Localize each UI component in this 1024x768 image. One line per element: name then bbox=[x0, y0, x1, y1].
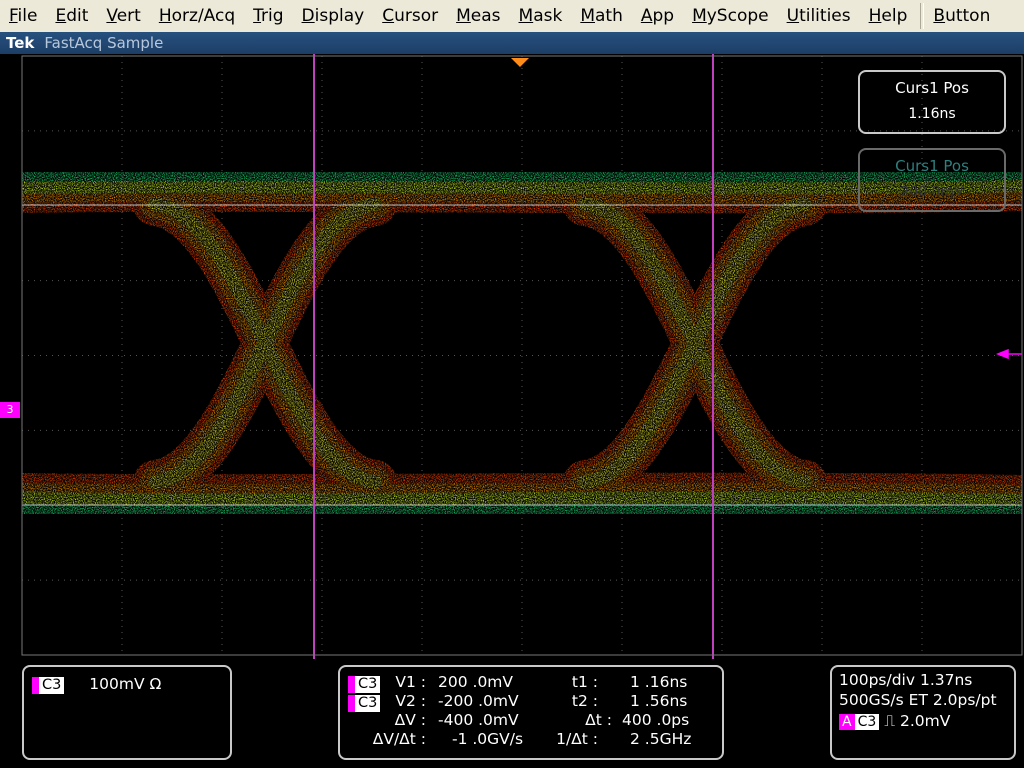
menu-bar: File Edit Vert Horz/Acq Trig Display Cursor Mea… bbox=[0, 0, 1024, 33]
v1-label: V1 : bbox=[395, 673, 426, 691]
menu-button[interactable]: Button bbox=[924, 0, 999, 32]
frequency-value: 2 .5GHz bbox=[630, 730, 692, 748]
timebase-readout-panel[interactable]: 100ps/div 1.37ns 500GS/s ET 2.0ps/pt A C3… bbox=[830, 665, 1016, 760]
channel-offset-arrow-icon bbox=[995, 348, 1022, 360]
menu-vert[interactable]: Vert bbox=[97, 0, 149, 32]
delta-v-label: ΔV : bbox=[394, 711, 426, 729]
brand-label: Tek bbox=[6, 34, 35, 52]
trigger-position-icon[interactable] bbox=[511, 58, 529, 67]
delta-t-label: Δt : bbox=[585, 711, 612, 729]
trigger-level-readout: ⎍ 2.0mV bbox=[884, 712, 951, 730]
cursor2-readout-title: Curs1 Pos bbox=[895, 157, 969, 175]
delta-v-value: -400 .0mV bbox=[438, 711, 519, 729]
channel-3-badge[interactable]: C3 bbox=[32, 677, 65, 694]
menu-math[interactable]: Math bbox=[571, 0, 632, 32]
slew-rate-value: -1 .0GV/s bbox=[452, 730, 524, 748]
t1-label: t1 : bbox=[571, 673, 598, 691]
v2-value: -200 .0mV bbox=[438, 692, 519, 710]
menu-trig[interactable]: Trig bbox=[244, 0, 292, 32]
trigger-channel-badge: C3 bbox=[854, 714, 880, 730]
eye-diagram bbox=[0, 54, 1024, 659]
v2-label: V2 : bbox=[395, 692, 426, 710]
cursor2-position-readout[interactable]: Curs1 Pos 200.0mV bbox=[858, 148, 1006, 212]
slew-rate-label: ΔV/Δt : bbox=[372, 730, 426, 748]
menu-help[interactable]: Help bbox=[860, 0, 917, 32]
channel-scale: 100mV Ω bbox=[89, 675, 162, 693]
cursor1-position-readout[interactable]: Curs1 Pos 1.16ns bbox=[858, 70, 1006, 134]
t2-label: t2 : bbox=[571, 692, 598, 710]
menu-meas[interactable]: Meas bbox=[447, 0, 509, 32]
cursor1-readout-value: 1.16ns bbox=[908, 106, 956, 122]
signal-trace bbox=[0, 133, 1024, 553]
menu-cursor[interactable]: Cursor bbox=[373, 0, 447, 32]
cursor-readout-panel[interactable]: C3 C3 V1 : 200 .0mV V2 : -200 .0mV ΔV : … bbox=[338, 665, 724, 760]
horizontal-scale-readout: 100ps/div 1.37ns bbox=[839, 671, 973, 689]
sample-rate-readout: 500GS/s ET 2.0ps/pt bbox=[839, 691, 997, 709]
v1-channel-badge: C3 bbox=[348, 676, 381, 693]
menu-display[interactable]: Display bbox=[293, 0, 374, 32]
frequency-label: 1/Δt : bbox=[556, 730, 598, 748]
menu-mask[interactable]: Mask bbox=[510, 0, 572, 32]
menu-myscope[interactable]: MyScope bbox=[683, 0, 778, 32]
menu-file[interactable]: File bbox=[0, 0, 46, 32]
t1-value: 1 .16ns bbox=[630, 673, 688, 691]
acquisition-mode-label: FastAcq Sample bbox=[44, 34, 164, 52]
cursor1-readout-title: Curs1 Pos bbox=[895, 79, 969, 97]
signal-band-core bbox=[14, 503, 1024, 522]
delta-t-value: 400 .0ps bbox=[622, 711, 690, 729]
trigger-source-badge: A bbox=[839, 714, 855, 730]
waveform-display[interactable]: 3 Curs1 Pos 1.16ns Curs1 Pos 200.0mV bbox=[0, 54, 1024, 659]
menu-edit[interactable]: Edit bbox=[46, 0, 97, 32]
t2-value: 1 .56ns bbox=[630, 692, 688, 710]
menu-utilities[interactable]: Utilities bbox=[778, 0, 860, 32]
v1-value: 200 .0mV bbox=[438, 673, 514, 691]
channel-readout-panel[interactable]: C3 100mV Ω bbox=[22, 665, 232, 760]
menu-horz-acq[interactable]: Horz/Acq bbox=[150, 0, 244, 32]
channel-3-level-marker[interactable]: 3 bbox=[0, 402, 20, 418]
title-bar: Tek FastAcq Sample bbox=[0, 32, 1024, 54]
v2-channel-badge: C3 bbox=[348, 695, 381, 712]
cursor2-readout-value: 200.0mV bbox=[900, 184, 964, 200]
menu-app[interactable]: App bbox=[632, 0, 683, 32]
